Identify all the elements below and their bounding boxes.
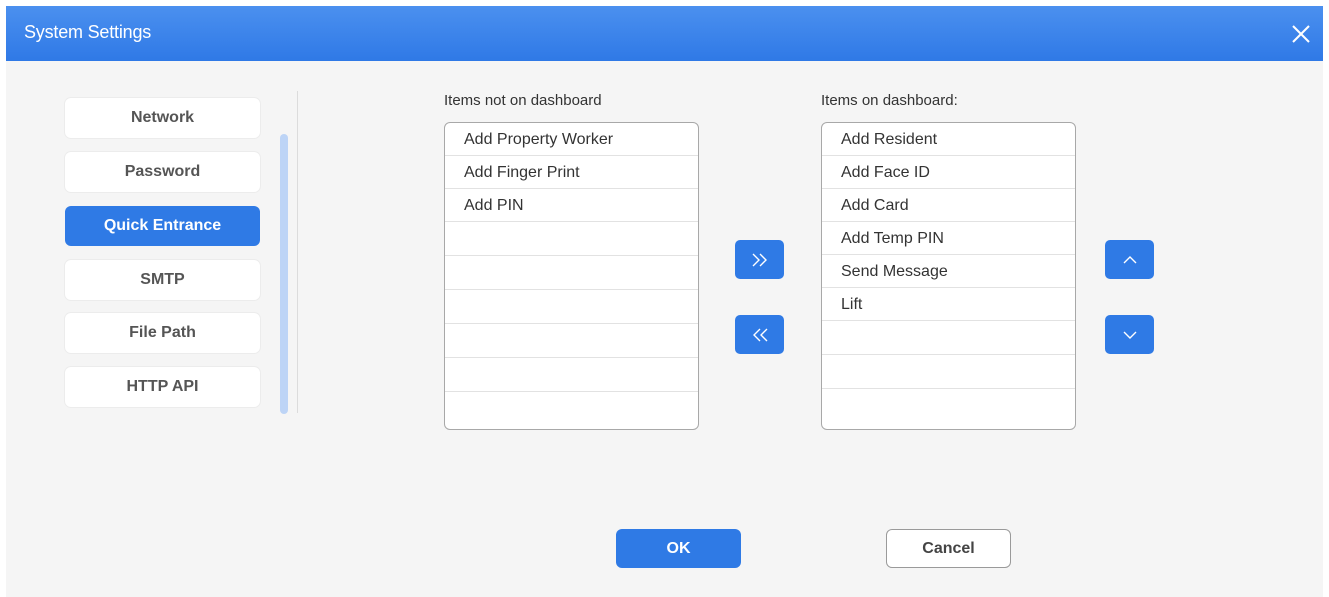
- sidebar-item-label: SMTP: [140, 271, 185, 288]
- empty-list-row[interactable]: [822, 321, 1075, 355]
- settings-dialog: System Settings Network Password Quick E…: [6, 6, 1323, 597]
- sidebar-item-label: Password: [124, 163, 201, 180]
- empty-list-row[interactable]: [445, 358, 698, 392]
- empty-list-row[interactable]: [445, 222, 698, 256]
- add-to-dashboard-button[interactable]: [735, 240, 784, 279]
- empty-list-row[interactable]: [445, 392, 698, 426]
- double-chevron-left-icon: [752, 328, 767, 341]
- title-bar: System Settings: [6, 6, 1323, 61]
- chevron-up-icon: [1123, 255, 1136, 263]
- sidebar-item-smtp[interactable]: SMTP: [65, 260, 260, 300]
- dashboard-items-list[interactable]: Add Resident Add Face ID Add Card Add Te…: [821, 122, 1076, 430]
- list-item[interactable]: Add Property Worker: [445, 123, 698, 156]
- sidebar-item-label: File Path: [129, 324, 196, 341]
- empty-list-row[interactable]: [822, 389, 1075, 423]
- chevron-down-icon: [1123, 331, 1136, 339]
- window-title: System Settings: [24, 22, 152, 42]
- list-item[interactable]: Add Card: [822, 189, 1075, 222]
- cancel-button[interactable]: Cancel: [886, 529, 1011, 568]
- empty-list-row[interactable]: [445, 324, 698, 358]
- empty-list-row[interactable]: [445, 256, 698, 290]
- sidebar-scrollbar[interactable]: [280, 134, 288, 414]
- close-icon: [1292, 25, 1310, 43]
- list-item[interactable]: Add Temp PIN: [822, 222, 1075, 255]
- empty-list-row[interactable]: [822, 355, 1075, 389]
- list-item[interactable]: Add Face ID: [822, 156, 1075, 189]
- sidebar-divider: [297, 91, 298, 413]
- sidebar-item-network[interactable]: Network: [65, 98, 260, 138]
- sidebar-item-quick-entrance[interactable]: Quick Entrance: [65, 206, 260, 246]
- list-item[interactable]: Add Finger Print: [445, 156, 698, 189]
- move-down-button[interactable]: [1105, 315, 1154, 354]
- ok-button[interactable]: OK: [616, 529, 741, 568]
- list-item[interactable]: Send Message: [822, 255, 1075, 288]
- available-list-label: Items not on dashboard: [444, 92, 602, 109]
- dashboard-list-label: Items on dashboard:: [821, 92, 958, 109]
- remove-from-dashboard-button[interactable]: [735, 315, 784, 354]
- list-item[interactable]: Lift: [822, 288, 1075, 321]
- sidebar-item-label: HTTP API: [126, 378, 199, 395]
- sidebar-item-password[interactable]: Password: [65, 152, 260, 192]
- move-up-button[interactable]: [1105, 240, 1154, 279]
- sidebar-item-file-path[interactable]: File Path: [65, 313, 260, 353]
- close-button[interactable]: [1287, 20, 1315, 48]
- sidebar-item-label: Quick Entrance: [103, 217, 222, 234]
- sidebar-item-http-api[interactable]: HTTP API: [65, 367, 260, 407]
- list-item[interactable]: Add PIN: [445, 189, 698, 222]
- empty-list-row[interactable]: [445, 290, 698, 324]
- double-chevron-right-icon: [752, 253, 767, 266]
- available-items-list[interactable]: Add Property Worker Add Finger Print Add…: [444, 122, 699, 430]
- list-item[interactable]: Add Resident: [822, 123, 1075, 156]
- sidebar-item-label: Network: [130, 109, 195, 126]
